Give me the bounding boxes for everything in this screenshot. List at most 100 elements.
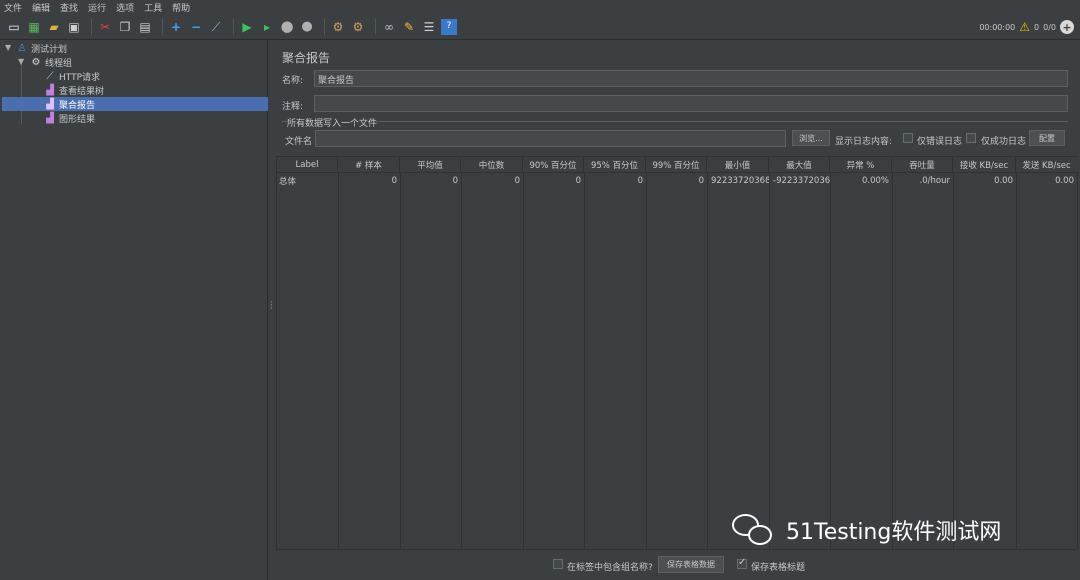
remote-start-icon[interactable]: ⚙ — [330, 19, 346, 35]
tree-item-label: HTTP请求 — [59, 72, 101, 83]
toggle-icon[interactable]: ⟋ — [208, 19, 224, 35]
file-group-border — [376, 121, 1068, 122]
listener-icon: ▟ — [46, 98, 54, 110]
column-header-sent[interactable]: 发送 KB/sec — [1016, 157, 1077, 173]
cell-samples: 0 — [391, 176, 397, 186]
menu-file[interactable]: 文件 — [4, 1, 22, 14]
copy-icon[interactable]: ❐ — [117, 19, 133, 35]
shutdown-icon[interactable]: ● — [299, 19, 315, 35]
errors-only-label: 仅错误日志 — [917, 137, 963, 147]
tree-guide-line — [21, 60, 22, 124]
column-header-90-percentile[interactable]: 90% 百分位 — [523, 157, 584, 173]
name-field[interactable]: 聚合报告 — [314, 70, 1068, 87]
expand-icon[interactable]: + — [168, 19, 184, 35]
collapse-toggle-icon[interactable]: ▼ — [5, 43, 11, 52]
save-table-header-label: 保存表格标题 — [751, 563, 806, 573]
stop-icon[interactable]: ● — [279, 19, 295, 35]
column-header-max[interactable]: 最大值 — [769, 157, 830, 173]
open-icon[interactable]: ▰ — [46, 19, 62, 35]
menu-help[interactable]: 帮助 — [172, 1, 190, 14]
cell-median: 0 — [514, 176, 520, 186]
column-divider — [830, 173, 831, 549]
test-plan-icon: ♙ — [17, 42, 27, 54]
aggregate-report-panel: 聚合报告 名称: 聚合报告 注释: 所有数据写入一个文件 文件名 浏览... 显… — [274, 40, 1080, 580]
toolbar-separator — [233, 18, 234, 35]
column-header-throughput[interactable]: 吞吐量 — [892, 157, 953, 173]
menu-edit[interactable]: 编辑 — [32, 1, 50, 14]
cell-sent: 0.00 — [1055, 176, 1074, 186]
start-icon[interactable]: ▶ — [239, 19, 255, 35]
save-table-data-button[interactable]: 保存表格数据 — [658, 556, 724, 573]
cell-error-percent: 0.00% — [861, 176, 889, 186]
cell-min: 92233720368... — [711, 176, 769, 186]
column-header-median[interactable]: 中位数 — [461, 157, 523, 173]
templates-icon[interactable]: ▦ — [26, 19, 42, 35]
tree-item-graph-results[interactable]: ▟ 图形结果 — [44, 111, 95, 125]
cut-icon[interactable]: ✂ — [97, 19, 113, 35]
column-divider — [953, 173, 954, 549]
column-header-95-percentile[interactable]: 95% 百分位 — [584, 157, 646, 173]
timer-readout: 00:00:00 — [979, 22, 1016, 32]
column-header-received[interactable]: 接收 KB/sec — [953, 157, 1016, 173]
errors-only-checkbox[interactable] — [903, 133, 913, 143]
watermark-text: 51Testing软件测试网 — [786, 520, 1002, 545]
tree-item-thread-group[interactable]: ⚙ 线程组 — [30, 55, 73, 69]
cell-99-percentile: 0 — [698, 176, 704, 186]
column-divider — [523, 173, 524, 549]
function-helper-icon[interactable]: ☰ — [421, 19, 437, 35]
save-table-header-checkbox[interactable] — [737, 557, 747, 569]
tree-item-label: 查看结果树 — [59, 86, 105, 97]
paste-icon[interactable]: ▤ — [137, 19, 153, 35]
column-header-min[interactable]: 最小值 — [707, 157, 769, 173]
help-icon[interactable]: ? — [441, 18, 457, 35]
success-only-checkbox[interactable] — [966, 133, 976, 143]
include-group-name-checkbox[interactable] — [553, 559, 563, 569]
column-divider — [892, 173, 893, 549]
sampler-icon: ⟋ — [46, 70, 54, 82]
file-name-field[interactable] — [315, 130, 786, 147]
toolbar-separator — [162, 18, 163, 35]
column-divider — [646, 173, 647, 549]
tree-item-label: 测试计划 — [31, 44, 68, 55]
tree-item-aggregate-report[interactable]: ▟ 聚合报告 — [2, 97, 268, 111]
bottom-bar: 在标签中包含组名称? 保存表格数据 保存表格标题 — [274, 550, 1080, 580]
column-header-99-percentile[interactable]: 99% 百分位 — [646, 157, 707, 173]
comment-field[interactable] — [314, 95, 1068, 112]
clear-all-icon[interactable]: ✎ — [401, 19, 417, 35]
menu-search[interactable]: 查找 — [60, 1, 78, 14]
warning-icon[interactable]: ⚠ — [1019, 20, 1030, 34]
tree-item-http-request[interactable]: ⟋ HTTP请求 — [44, 69, 101, 83]
remote-globe-icon[interactable]: + — [1060, 20, 1074, 34]
warning-count: 0 — [1034, 22, 1040, 32]
menu-tools[interactable]: 工具 — [144, 1, 162, 14]
column-header-error-percent[interactable]: 异常 % — [830, 157, 892, 173]
menu-options[interactable]: 选项 — [116, 1, 134, 14]
cell-average: 0 — [452, 176, 458, 186]
remote-stop-icon[interactable]: ⚙ — [350, 19, 366, 35]
cell-label: 总体 — [279, 177, 297, 187]
gear-icon: ⚙ — [31, 56, 41, 68]
save-icon[interactable]: ▣ — [66, 19, 82, 35]
browse-button[interactable]: 浏览... — [792, 130, 830, 146]
test-plan-tree: ▼ ▼ ♙ 测试计划 ⚙ 线程组 ⟋ HTTP请求 ▟ 查看结果树 ▟ 聚合报告… — [0, 40, 268, 580]
column-header-label[interactable]: Label — [277, 157, 338, 173]
column-header-average[interactable]: 平均值 — [400, 157, 461, 173]
tree-item-test-plan[interactable]: ♙ 测试计划 — [16, 41, 68, 55]
toolbar-separator — [375, 18, 376, 35]
cell-throughput: .0/hour — [919, 176, 950, 186]
binoculars-icon[interactable]: ∞ — [381, 19, 397, 35]
splitter-grip-icon[interactable]: · · · — [270, 299, 273, 314]
start-no-pause-icon[interactable]: ▸ — [259, 19, 275, 35]
new-icon[interactable]: ▭ — [6, 19, 22, 35]
collapse-icon[interactable]: − — [188, 19, 204, 35]
collapse-toggle-icon[interactable]: ▼ — [18, 57, 24, 66]
configure-button[interactable]: 配置 — [1029, 130, 1065, 146]
tree-item-view-results-tree[interactable]: ▟ 查看结果树 — [44, 83, 104, 97]
column-divider — [584, 173, 585, 549]
menu-run[interactable]: 运行 — [88, 1, 106, 14]
file-name-label: 文件名 — [285, 137, 313, 147]
listener-icon: ▟ — [46, 112, 54, 124]
menu-bar: 文件 编辑 查找 运行 选项 工具 帮助 — [0, 0, 1080, 14]
comment-label: 注释: — [282, 102, 304, 112]
column-header-samples[interactable]: # 样本 — [338, 157, 400, 173]
